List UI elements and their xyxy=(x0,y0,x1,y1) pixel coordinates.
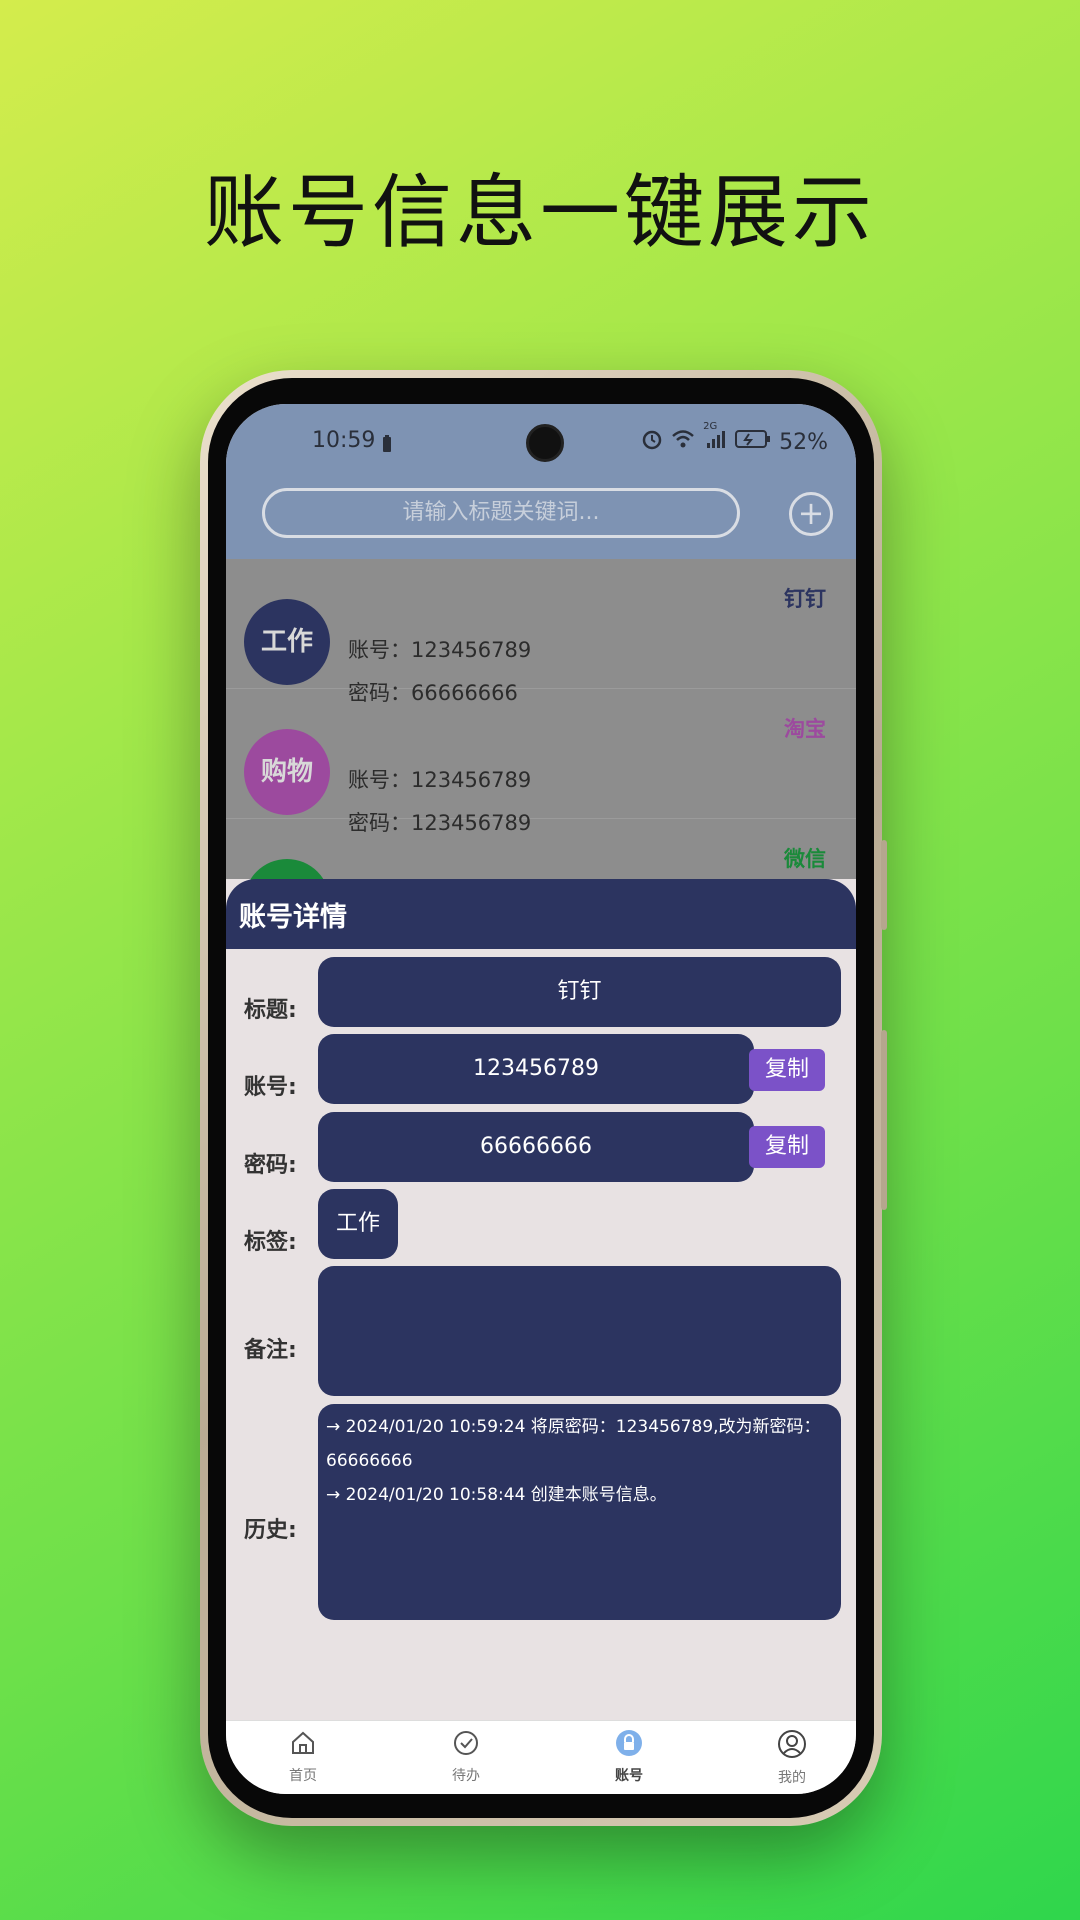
battery-icon xyxy=(735,429,771,455)
history-entry: → 2024/01/20 10:58:44 创建本账号信息。 xyxy=(326,1485,667,1505)
tab-label: 账号 xyxy=(615,1768,643,1784)
power-button xyxy=(881,1030,887,1210)
camera-punch-hole xyxy=(526,424,564,462)
search-input[interactable]: 请输入标题关键词... xyxy=(262,488,740,538)
battery-saver-icon xyxy=(382,434,392,459)
history-entry-continued: 66666666 xyxy=(326,1451,413,1471)
password-field[interactable]: 66666666 xyxy=(318,1112,754,1182)
tab-mine[interactable]: 我的 xyxy=(742,1729,842,1787)
bottom-tab-bar: 首页 待办 账号 我的 xyxy=(226,1720,856,1794)
list-item-title: 淘宝 xyxy=(784,717,826,741)
list-item-account: 账号：123456789 xyxy=(348,764,531,794)
detail-sheet-header: 账号详情 xyxy=(226,879,856,949)
account-label: 账号： xyxy=(348,768,411,792)
home-icon xyxy=(253,1729,353,1761)
list-item-title: 钉钉 xyxy=(784,587,826,611)
tab-label: 首页 xyxy=(289,1768,317,1784)
status-icons: 2G 52% xyxy=(641,421,828,456)
tab-label: 我的 xyxy=(778,1770,806,1786)
password-label: 密码: xyxy=(244,1153,297,1178)
account-label: 账号: xyxy=(244,1075,297,1100)
list-item[interactable]: 工作 钉钉 账号：123456789 密码：66666666 xyxy=(226,559,856,705)
account-value: 123456789 xyxy=(411,768,532,792)
wifi-icon xyxy=(671,429,695,455)
add-account-button[interactable]: + xyxy=(789,492,833,536)
list-item-account: 账号：123456789 xyxy=(348,634,531,664)
lock-icon xyxy=(579,1729,679,1761)
note-field[interactable] xyxy=(318,1266,841,1396)
phone-bezel: 10:59 2G 52% 请输入标题关键词... + 工作 钉钉 账号：1234… xyxy=(208,378,874,1818)
note-label: 备注: xyxy=(244,1338,297,1363)
list-item-title: 微信 xyxy=(784,847,826,871)
tab-todo[interactable]: 待办 xyxy=(416,1729,516,1785)
phone-frame: 10:59 2G 52% 请输入标题关键词... + 工作 钉钉 账号：1234… xyxy=(200,370,887,1826)
account-value: 123456789 xyxy=(411,638,532,662)
avatar: 购物 xyxy=(244,729,330,815)
account-field[interactable]: 123456789 xyxy=(318,1034,754,1104)
history-entry: → 2024/01/20 10:59:24 将原密码：123456789,改为新… xyxy=(326,1417,821,1437)
status-time: 10:59 xyxy=(312,428,376,453)
avatar: 工作 xyxy=(244,599,330,685)
tab-home[interactable]: 首页 xyxy=(253,1729,353,1785)
signal-type: 2G xyxy=(703,421,718,432)
plus-icon: + xyxy=(797,494,825,532)
alarm-icon xyxy=(641,428,663,456)
history-label: 历史: xyxy=(244,1518,297,1543)
top-area: 10:59 2G 52% 请输入标题关键词... + xyxy=(226,404,856,559)
cell-signal-icon: 2G xyxy=(703,421,727,455)
tag-label: 标签: xyxy=(244,1230,297,1255)
check-badge-icon xyxy=(416,1729,516,1761)
headline: 账号信息一键展示 xyxy=(204,166,876,259)
tab-accounts[interactable]: 账号 xyxy=(579,1729,679,1785)
copy-account-button[interactable]: 复制 xyxy=(749,1049,825,1091)
user-icon xyxy=(742,1729,842,1763)
list-item[interactable]: 购物 淘宝 账号：123456789 密码：123456789 xyxy=(226,689,856,835)
battery-percent: 52% xyxy=(779,429,828,455)
tab-label: 待办 xyxy=(452,1768,480,1784)
title-field[interactable]: 钉钉 xyxy=(318,957,841,1027)
history-box: → 2024/01/20 10:59:24 将原密码：123456789,改为新… xyxy=(318,1404,841,1620)
account-list: 工作 钉钉 账号：123456789 密码：66666666 购物 淘宝 账号：… xyxy=(226,559,856,945)
account-label: 账号： xyxy=(348,638,411,662)
copy-password-button[interactable]: 复制 xyxy=(749,1126,825,1168)
tag-chip[interactable]: 工作 xyxy=(318,1189,398,1259)
phone-screen: 10:59 2G 52% 请输入标题关键词... + 工作 钉钉 账号：1234… xyxy=(226,404,856,1794)
title-label: 标题: xyxy=(244,998,297,1023)
volume-button xyxy=(881,840,887,930)
